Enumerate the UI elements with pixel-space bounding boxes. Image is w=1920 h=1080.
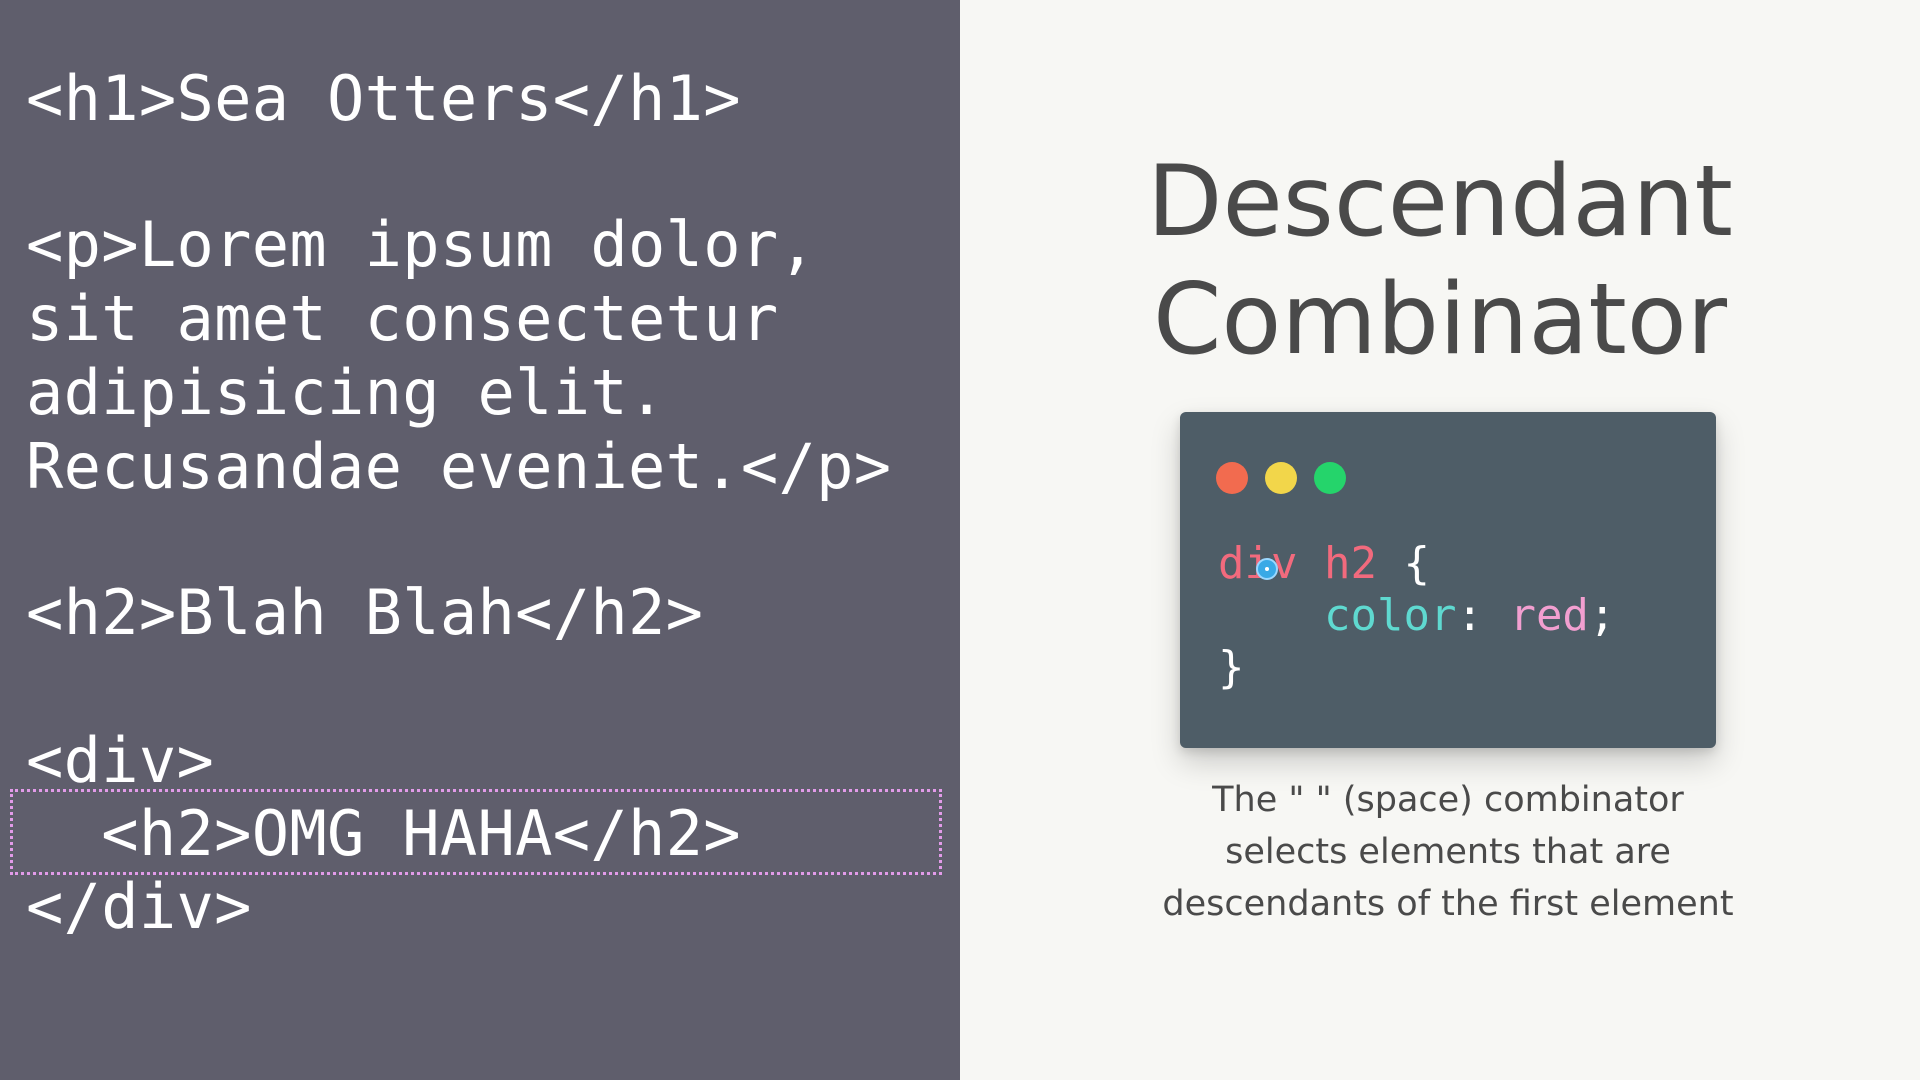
css-close-brace: } bbox=[1218, 642, 1245, 693]
code-line-div-close: </div> bbox=[26, 870, 252, 943]
close-dot-icon bbox=[1216, 462, 1248, 494]
caption-line-1: The " " (space) combinator bbox=[1212, 780, 1684, 820]
css-colon: : bbox=[1456, 590, 1483, 641]
css-selector-h2: h2 bbox=[1323, 538, 1377, 589]
code-line-p-close: Recusandae eveniet.</p> bbox=[26, 430, 892, 503]
html-code-panel: <h1>Sea Otters</h1> <p>Lorem ipsum dolor… bbox=[0, 0, 960, 1080]
cursor-indicator-icon bbox=[1256, 558, 1278, 580]
caption-line-3: descendants of the first element bbox=[1162, 884, 1734, 924]
css-property: color bbox=[1324, 590, 1457, 641]
code-line-p-2: sit amet consectetur bbox=[26, 282, 779, 355]
css-declaration-line: color: red; bbox=[1324, 590, 1615, 642]
slide-title-line-1: Descendant bbox=[1147, 145, 1733, 259]
code-line-h1: <h1>Sea Otters</h1> bbox=[26, 62, 741, 135]
caption-line-2: selects elements that are bbox=[1225, 832, 1671, 872]
code-line-p-open: <p>Lorem ipsum dolor, bbox=[26, 208, 817, 281]
maximize-dot-icon bbox=[1314, 462, 1346, 494]
css-open-brace: { bbox=[1403, 538, 1430, 589]
code-line-div-open: <div> bbox=[26, 724, 215, 797]
css-value: red bbox=[1509, 590, 1589, 641]
css-close-line: } bbox=[1218, 642, 1245, 694]
slide: <h1>Sea Otters</h1> <p>Lorem ipsum dolor… bbox=[0, 0, 1920, 1080]
css-semicolon: ; bbox=[1588, 590, 1616, 641]
code-line-h2-omg: <h2>OMG HAHA</h2> bbox=[26, 797, 741, 870]
css-code-window: div h2 { color: red; } bbox=[1180, 412, 1716, 748]
code-line-p-3: adipisicing elit. bbox=[26, 356, 666, 429]
slide-title-line-2: Combinator bbox=[1152, 263, 1728, 377]
code-line-h2-blah: <h2>Blah Blah</h2> bbox=[26, 576, 704, 649]
css-selector-line: div h2 { bbox=[1218, 538, 1430, 590]
minimize-dot-icon bbox=[1265, 462, 1297, 494]
